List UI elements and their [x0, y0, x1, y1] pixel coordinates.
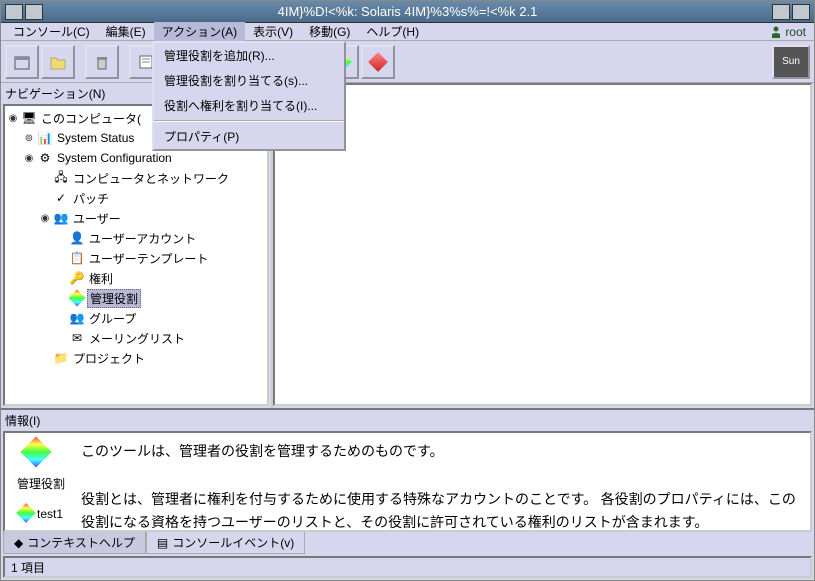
tab-context-help[interactable]: ◆ コンテキストヘルプ: [3, 532, 146, 554]
status-text: 1 項目: [11, 559, 45, 576]
menu-move[interactable]: 移動(G): [301, 22, 358, 41]
tree-node[interactable]: 管理役割: [7, 288, 265, 308]
tree-icon: 📊: [37, 130, 53, 146]
tree-label[interactable]: コンピュータとネットワーク: [71, 170, 231, 187]
toolbar: Sun: [1, 41, 814, 83]
minimize-button[interactable]: [772, 4, 790, 20]
tree-handle[interactable]: ◉: [7, 113, 19, 124]
tree-label[interactable]: メーリングリスト: [87, 330, 187, 347]
tree-label[interactable]: System Configuration: [55, 151, 174, 165]
window-pin-button[interactable]: [25, 4, 43, 20]
info-item-icon: [19, 506, 35, 522]
tree-icon: 👤: [69, 230, 85, 246]
tree-icon: 📁: [53, 350, 69, 366]
menu-view[interactable]: 表示(V): [245, 22, 301, 41]
tree-label[interactable]: 管理役割: [87, 289, 141, 308]
tree-label[interactable]: プロジェクト: [71, 350, 147, 367]
list-icon: ▤: [157, 536, 168, 550]
toolbar-delete[interactable]: [85, 45, 119, 79]
toolbar-new-window[interactable]: [5, 45, 39, 79]
maximize-button[interactable]: [792, 4, 810, 20]
sun-logo: Sun: [772, 45, 810, 79]
tab-console-events[interactable]: ▤ コンソールイベント(v): [146, 532, 305, 554]
tree-node[interactable]: 🖧コンピュータとネットワーク: [7, 168, 265, 188]
tree-label[interactable]: 権利: [87, 270, 115, 287]
tree-handle[interactable]: ◉: [23, 153, 35, 164]
info-role-icon: [25, 441, 57, 473]
menu-help[interactable]: ヘルプ(H): [358, 22, 427, 41]
tree-icon: ✓: [53, 190, 69, 206]
tree-node[interactable]: 📁プロジェクト: [7, 348, 265, 368]
menu-action[interactable]: アクション(A): [154, 22, 245, 41]
tree-icon: ⚙: [37, 150, 53, 166]
tree-node[interactable]: 👤ユーザーアカウント: [7, 228, 265, 248]
tree-label[interactable]: グループ: [87, 310, 138, 327]
info-text: このツールは、管理者の役割を管理するためのものです。 役割とは、管理者に権利を付…: [81, 441, 802, 522]
info-item-label: test1: [37, 507, 63, 521]
toolbar-role-action[interactable]: [361, 45, 395, 79]
tree-label[interactable]: ユーザーアカウント: [87, 230, 198, 247]
tree-node[interactable]: 🔑権利: [7, 268, 265, 288]
content-area[interactable]: test1: [273, 83, 812, 406]
tree-label[interactable]: ユーザー: [71, 210, 123, 227]
window-menu-button[interactable]: [5, 4, 23, 20]
status-bar: 1 項目: [3, 556, 812, 578]
tree-node[interactable]: 👥グループ: [7, 308, 265, 328]
info-label: 情報(I): [1, 410, 814, 431]
info-box: 管理役割 test1 このツールは、管理者の役割を管理するためのものです。 役割…: [3, 431, 812, 532]
tree-icon: 📋: [69, 250, 85, 266]
menu-edit[interactable]: 編集(E): [98, 22, 154, 41]
tree-node[interactable]: ◉⚙System Configuration: [7, 148, 265, 168]
tree-handle[interactable]: ◉: [39, 213, 51, 224]
toolbar-open[interactable]: [41, 45, 75, 79]
user-indicator[interactable]: root: [765, 25, 810, 39]
diamond-red-icon: [368, 52, 388, 72]
info-role-title: 管理役割: [17, 475, 65, 492]
tree-icon: 👥: [69, 310, 85, 326]
menu-console[interactable]: コンソール(C): [5, 22, 98, 41]
tree-node[interactable]: ◉👥ユーザー: [7, 208, 265, 228]
tree-icon: ✉: [69, 330, 85, 346]
tree-label[interactable]: System Status: [55, 131, 136, 145]
tree-icon: [69, 290, 85, 306]
tree-label[interactable]: ユーザーテンプレート: [87, 250, 210, 267]
window-title: 4IM}%D!<%k: Solaris 4IM}%3%s%=!<%k 2.1: [45, 4, 770, 19]
tree-node[interactable]: ✉メーリングリスト: [7, 328, 265, 348]
dropdown-add-role[interactable]: 管理役割を追加(R)...: [154, 43, 344, 68]
tree-node[interactable]: ✓パッチ: [7, 188, 265, 208]
user-label: root: [785, 25, 806, 39]
tree-icon: 🖥: [21, 110, 37, 126]
tree-node[interactable]: 📋ユーザーテンプレート: [7, 248, 265, 268]
dropdown-assign-role[interactable]: 管理役割を割り当てる(s)...: [154, 68, 344, 93]
tree-icon: 🔑: [69, 270, 85, 286]
info-tabs: ◆ コンテキストヘルプ ▤ コンソールイベント(v): [1, 532, 814, 554]
help-icon: ◆: [14, 536, 23, 550]
dropdown-separator: [154, 120, 344, 122]
dropdown-properties[interactable]: プロパティ(P): [154, 124, 344, 149]
action-dropdown: 管理役割を追加(R)... 管理役割を割り当てる(s)... 役割へ権利を割り当…: [152, 41, 346, 151]
tree-icon: 🖧: [53, 170, 69, 186]
titlebar: 4IM}%D!<%k: Solaris 4IM}%3%s%=!<%k 2.1: [1, 1, 814, 23]
info-panel: 情報(I) 管理役割 test1 このツールは、管理者の役割を管理するためのもの…: [1, 408, 814, 554]
menubar: コンソール(C) 編集(E) アクション(A) 表示(V) 移動(G) ヘルプ(…: [1, 23, 814, 41]
tree-label[interactable]: このコンピュータ(: [39, 110, 143, 127]
tree-handle[interactable]: ⊚: [23, 133, 35, 144]
tree-icon: 👥: [53, 210, 69, 226]
tree-label[interactable]: パッチ: [71, 190, 111, 207]
dropdown-assign-rights[interactable]: 役割へ権利を割り当てる(I)...: [154, 93, 344, 118]
user-icon: [769, 25, 783, 39]
